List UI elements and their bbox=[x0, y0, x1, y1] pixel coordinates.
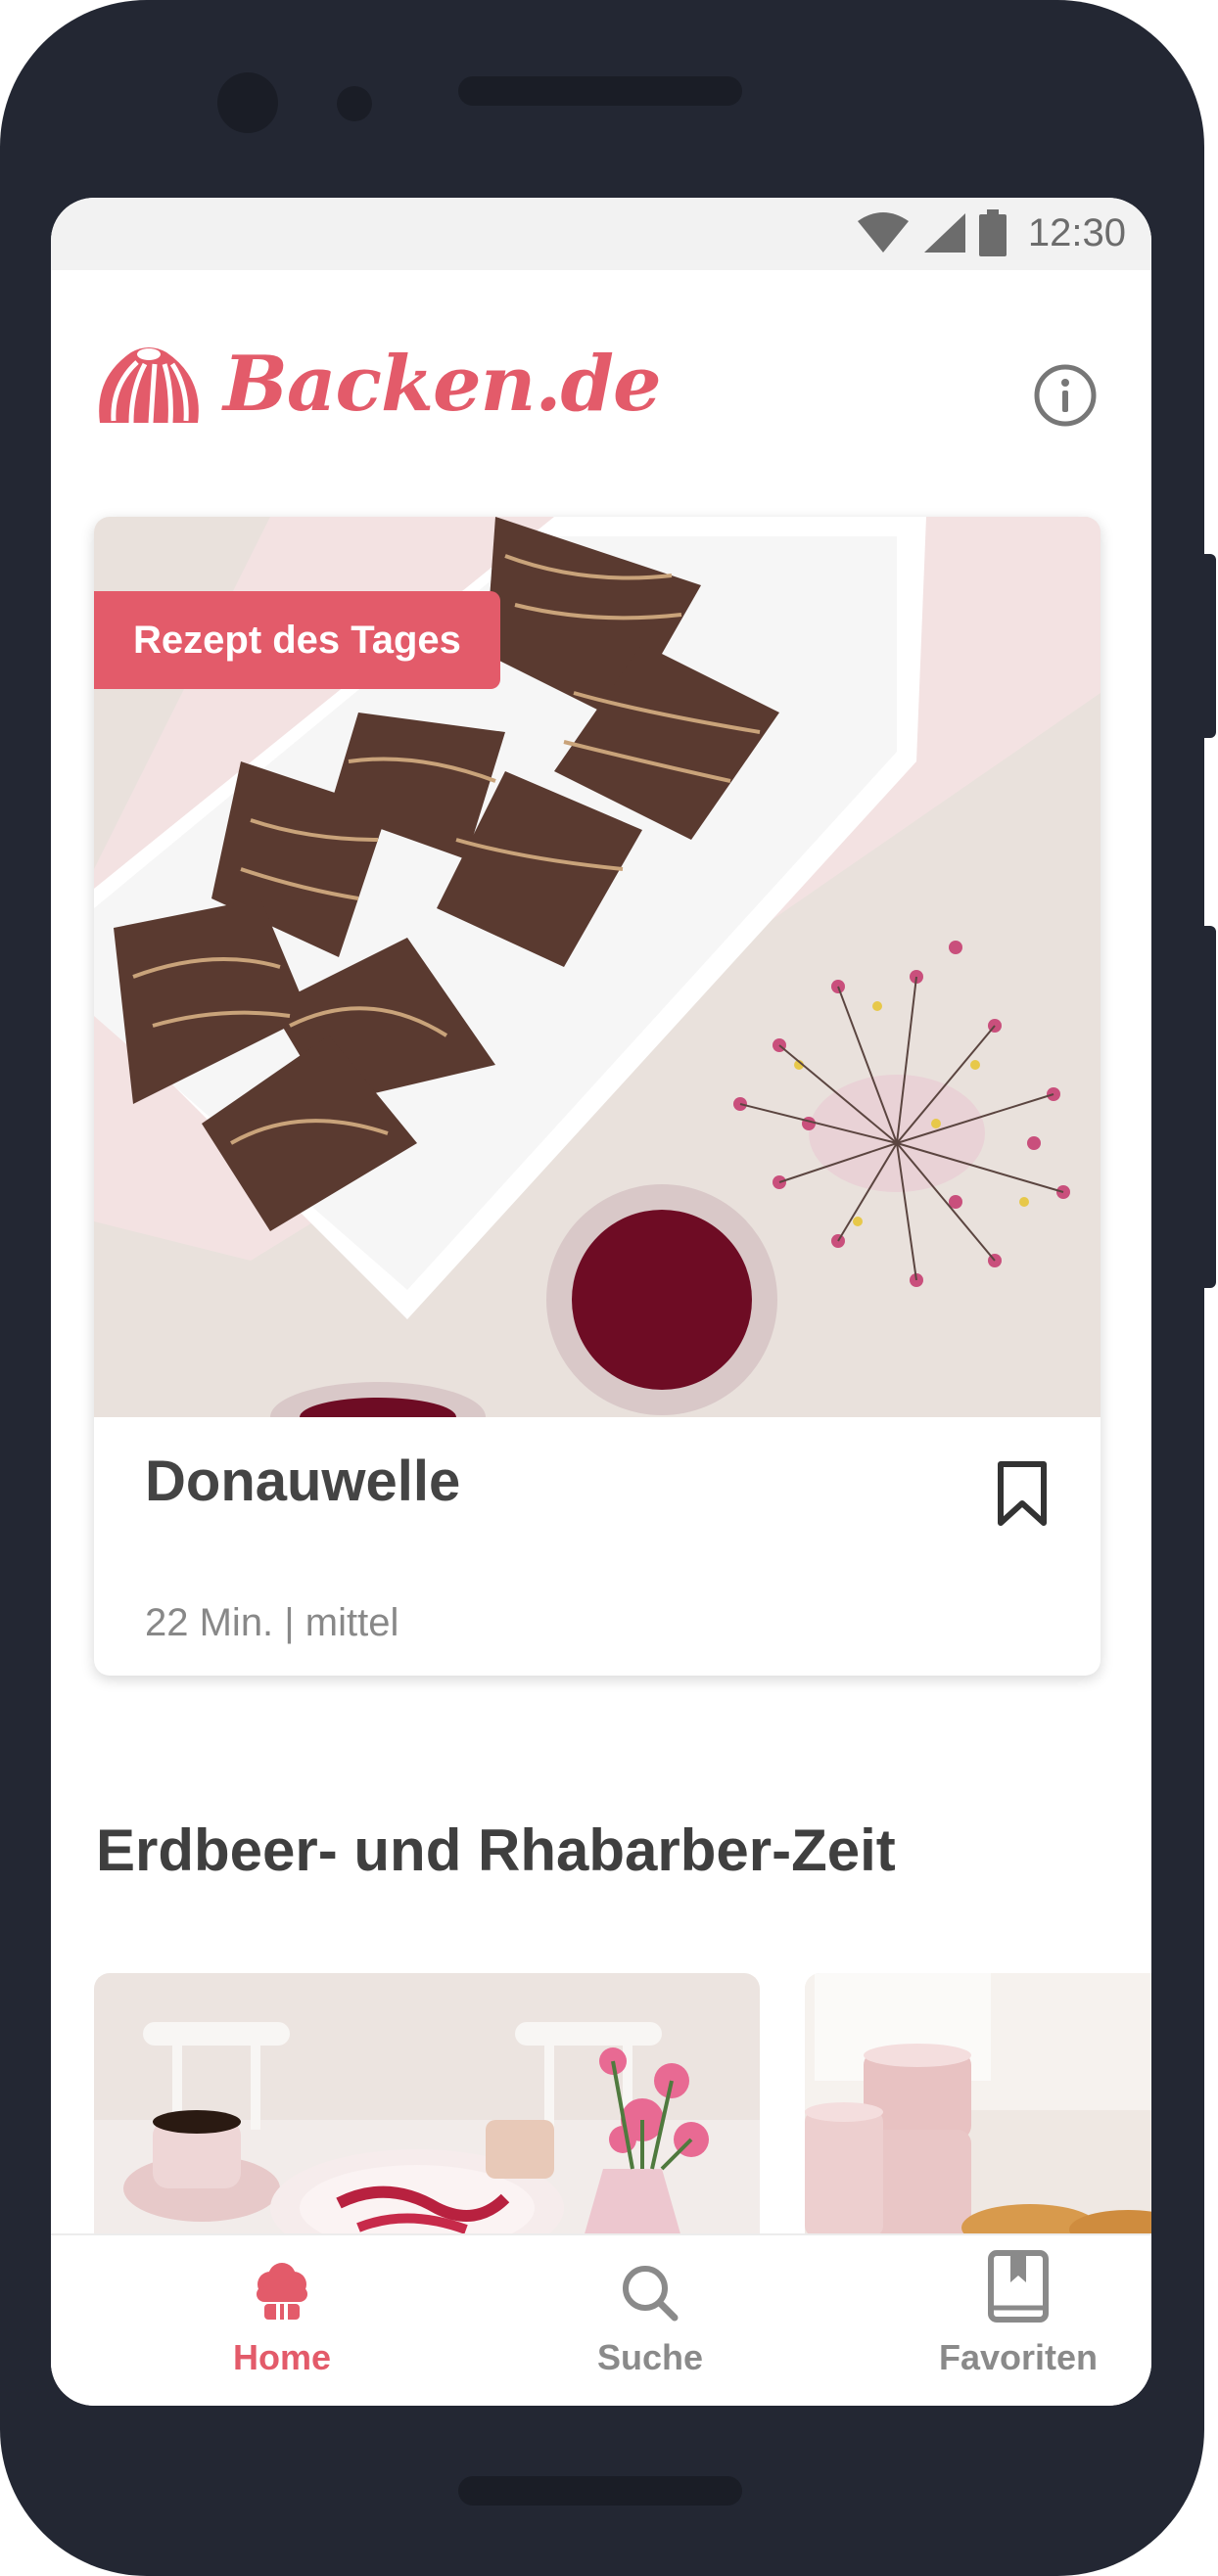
nav-favorites-label: Favoriten bbox=[938, 2337, 1099, 2377]
bundt-cake-icon bbox=[99, 347, 199, 424]
recipe-tile-photo bbox=[94, 1973, 760, 2237]
recipe-tile-photo bbox=[805, 1973, 1151, 2237]
bookmark-icon[interactable] bbox=[995, 1458, 1050, 1529]
wifi-icon bbox=[857, 212, 909, 253]
logo: Backen.de bbox=[92, 339, 662, 429]
status-bar: 12:30 bbox=[51, 198, 1151, 270]
nav-home-label: Home bbox=[232, 2337, 332, 2377]
recipe-tile[interactable] bbox=[94, 1973, 760, 2237]
volume-button bbox=[1200, 926, 1216, 1288]
section-title: Erdbeer- und Rhabarber-Zeit bbox=[96, 1817, 896, 1883]
nav-search[interactable]: Suche bbox=[523, 2235, 777, 2406]
power-button bbox=[1200, 554, 1216, 738]
cake-icon bbox=[257, 2263, 307, 2320]
front-camera bbox=[217, 72, 278, 133]
battery-icon bbox=[978, 209, 1007, 256]
info-icon[interactable] bbox=[1032, 362, 1099, 429]
nav-home[interactable]: Home bbox=[155, 2235, 409, 2406]
app-screen: 12:30 Backen.de Rezept des Tages Donauwe… bbox=[51, 198, 1151, 2406]
nav-favorites[interactable]: Favoriten bbox=[891, 2235, 1146, 2406]
bottom-navigation: Home Suche Favoriten bbox=[51, 2233, 1151, 2406]
recipe-title: Donauwelle bbox=[145, 1449, 461, 1513]
book-bookmark-icon bbox=[988, 2250, 1049, 2323]
logo-text: Backen.de bbox=[223, 339, 662, 429]
recipe-meta: 22 Min. | mittel bbox=[145, 1601, 399, 1644]
recipe-of-the-day-card[interactable]: Rezept des Tages Donauwelle 22 Min. | mi… bbox=[94, 517, 1101, 1676]
signal-icon bbox=[923, 213, 965, 253]
search-icon bbox=[623, 2266, 679, 2322]
earpiece-speaker bbox=[458, 76, 742, 106]
nav-search-label: Suche bbox=[596, 2337, 704, 2377]
phone-frame: 12:30 Backen.de Rezept des Tages Donauwe… bbox=[0, 0, 1204, 2576]
app-header: Backen.de bbox=[51, 270, 1151, 446]
bottom-speaker bbox=[458, 2476, 742, 2506]
recipe-tile[interactable] bbox=[805, 1973, 1151, 2237]
status-time: 12:30 bbox=[1027, 210, 1126, 254]
proximity-sensor bbox=[337, 86, 372, 121]
recipe-of-the-day-badge: Rezept des Tages bbox=[94, 591, 500, 689]
